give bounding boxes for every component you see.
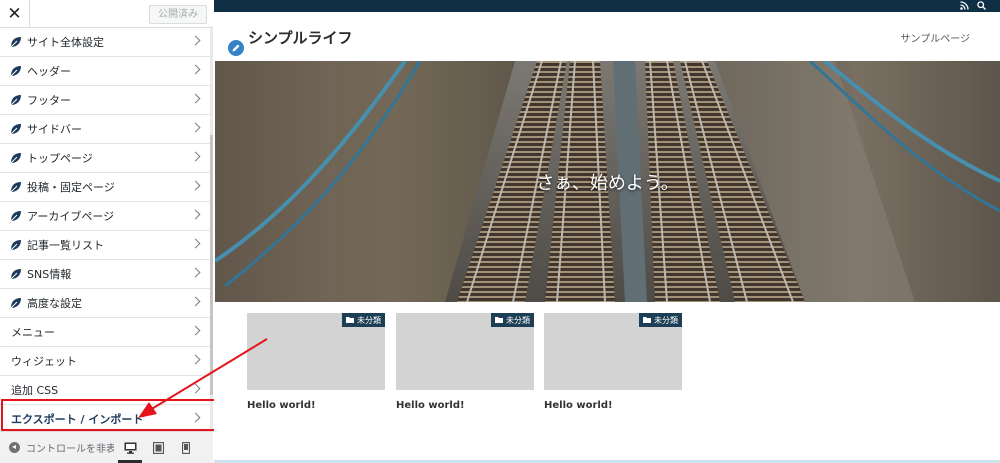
customizer-sidebar: ✕ 公開済み サイト全体設定 ヘッダー フッター サイドバー トップページ 投稿… (0, 0, 213, 463)
menu-item-label: フッター (27, 94, 71, 107)
publish-button[interactable]: 公開済み (149, 5, 207, 24)
menu-item-advanced[interactable]: 高度な設定 (0, 289, 210, 318)
menu-item-label: 投稿・固定ページ (27, 181, 115, 194)
chevron-right-icon (190, 296, 201, 307)
edit-shortcut-button[interactable] (227, 39, 245, 57)
category-label: 未分類 (506, 315, 530, 325)
collapse-icon (9, 442, 20, 453)
chevron-right-icon (190, 180, 201, 191)
hero-image: さぁ、始めよう。 (215, 61, 1000, 302)
hide-controls-button[interactable]: コントロールを非表示 (0, 440, 116, 455)
menu-item-label: トップページ (27, 152, 93, 165)
menu-item-label: メニュー (11, 326, 55, 339)
post-thumbnail[interactable]: 未分類 (247, 313, 385, 390)
category-badge[interactable]: 未分類 (342, 313, 385, 327)
menu-item-label: 記事一覧リスト (27, 239, 104, 252)
menu-item-label: SNS情報 (27, 268, 72, 281)
category-label: 未分類 (357, 315, 381, 325)
chevron-right-icon (190, 267, 201, 278)
menu-item-label: 追加 CSS (11, 384, 59, 397)
sidebar-footer: コントロールを非表示 (0, 431, 213, 463)
category-label: 未分類 (654, 315, 678, 325)
rss-icon[interactable] (960, 1, 969, 10)
sidebar-header: ✕ 公開済み (0, 0, 213, 28)
menu-item-menus[interactable]: メニュー (0, 318, 210, 347)
chevron-right-icon (190, 64, 201, 75)
folder-icon (495, 317, 503, 323)
post-title[interactable]: Hello world! (247, 400, 385, 411)
menu-item-archive-page[interactable]: アーカイブページ (0, 202, 210, 231)
menu-item-sns[interactable]: SNS情報 (0, 260, 210, 289)
site-preview: シンプルライフ サンプルページ さぁ、始めよう。 未分類 Hello world… (214, 0, 1000, 463)
leaf-icon (10, 211, 21, 222)
chevron-right-icon (190, 151, 201, 162)
leaf-icon (10, 182, 21, 193)
chevron-right-icon (190, 209, 201, 220)
menu-item-label: 高度な設定 (27, 297, 82, 310)
menu-item-header[interactable]: ヘッダー (0, 57, 210, 86)
post-thumbnail[interactable]: 未分類 (396, 313, 534, 390)
leaf-icon (10, 95, 21, 106)
device-desktop-button[interactable] (116, 433, 144, 463)
chevron-right-icon (190, 383, 201, 394)
folder-icon (643, 317, 651, 323)
tablet-icon (152, 441, 164, 454)
customizer-menu: サイト全体設定 ヘッダー フッター サイドバー トップページ 投稿・固定ページ … (0, 28, 210, 434)
device-tablet-button[interactable] (144, 433, 172, 463)
menu-item-posts-pages[interactable]: 投稿・固定ページ (0, 173, 210, 202)
desktop-icon (124, 442, 136, 454)
menu-item-footer[interactable]: フッター (0, 86, 210, 115)
chevron-right-icon (190, 354, 201, 365)
menu-item-widgets[interactable]: ウィジェット (0, 347, 210, 376)
post-title[interactable]: Hello world! (544, 400, 682, 411)
menu-item-label: ヘッダー (27, 65, 71, 78)
menu-item-label: ウィジェット (11, 355, 77, 368)
folder-icon (346, 317, 354, 323)
menu-item-label: サイドバー (27, 123, 82, 136)
category-badge[interactable]: 未分類 (491, 313, 534, 327)
hero-caption: さぁ、始めよう。 (536, 173, 679, 194)
hide-controls-label: コントロールを非表示 (26, 444, 114, 455)
post-thumbnail[interactable]: 未分類 (544, 313, 682, 390)
category-badge[interactable]: 未分類 (639, 313, 682, 327)
post-card[interactable]: 未分類 Hello world! (396, 313, 534, 411)
leaf-icon (10, 37, 21, 48)
mobile-icon (182, 441, 190, 454)
top-bar (214, 0, 1000, 12)
leaf-icon (10, 298, 21, 309)
close-icon: ✕ (7, 4, 22, 24)
leaf-icon (10, 240, 21, 251)
chevron-right-icon (190, 35, 201, 46)
leaf-icon (10, 153, 21, 164)
chevron-right-icon (190, 122, 201, 133)
post-card[interactable]: 未分類 Hello world! (544, 313, 682, 411)
menu-item-sidebar[interactable]: サイドバー (0, 115, 210, 144)
nav-link-sample-page[interactable]: サンプルページ (901, 30, 971, 45)
post-card[interactable]: 未分類 Hello world! (247, 313, 385, 411)
menu-item-site-settings[interactable]: サイト全体設定 (0, 28, 210, 57)
device-mobile-button[interactable] (172, 433, 200, 463)
leaf-icon (10, 66, 21, 77)
menu-item-label: サイト全体設定 (27, 36, 104, 49)
menu-item-label: アーカイブページ (27, 210, 115, 223)
chevron-right-icon (190, 325, 201, 336)
leaf-icon (10, 124, 21, 135)
scrollbar-thumb[interactable] (210, 135, 213, 395)
menu-item-top-page[interactable]: トップページ (0, 144, 210, 173)
pencil-icon (232, 44, 240, 52)
chevron-right-icon (190, 238, 201, 249)
leaf-icon (10, 269, 21, 280)
menu-item-post-list[interactable]: 記事一覧リスト (0, 231, 210, 260)
chevron-right-icon (190, 93, 201, 104)
close-button[interactable]: ✕ (0, 0, 30, 28)
annotation-highlight-box (1, 399, 219, 431)
post-title[interactable]: Hello world! (396, 400, 534, 411)
search-icon[interactable] (977, 1, 986, 10)
site-title[interactable]: シンプルライフ (248, 27, 353, 48)
